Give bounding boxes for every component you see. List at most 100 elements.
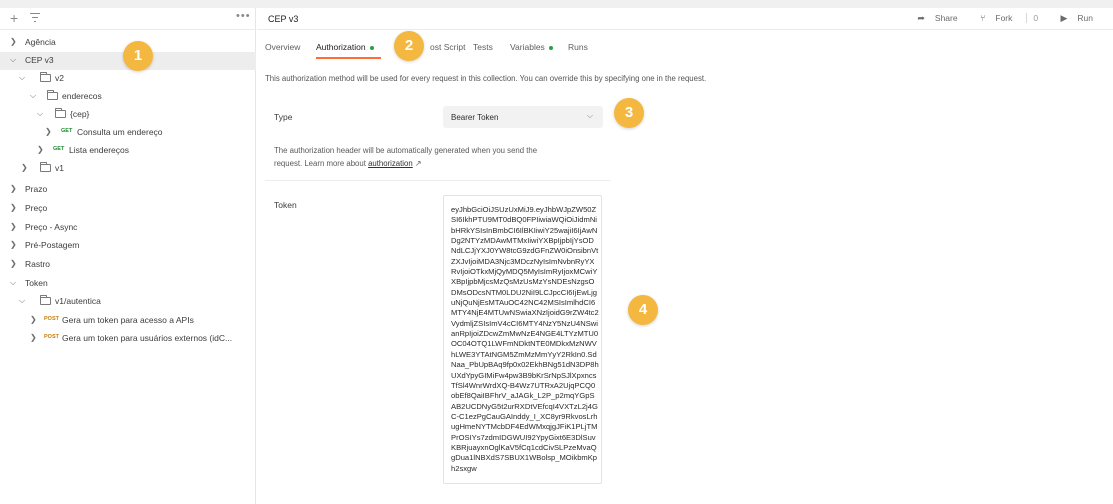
sidebar-item-label: CEP v3 <box>25 55 54 65</box>
tab-overview[interactable]: Overview <box>265 42 300 52</box>
add-icon[interactable]: + <box>10 10 18 26</box>
postman-window: + ••• ❯ Agência ⌵ CEP v3 ⌵ v2 ⌵ endereco… <box>0 8 1113 504</box>
folder-icon <box>40 72 51 82</box>
chevron-right-icon: ❯ <box>10 203 17 212</box>
sidebar-search-input[interactable] <box>48 10 228 26</box>
tab-runs[interactable]: Runs <box>568 42 588 52</box>
sidebar-item-label: Prazo <box>25 184 48 194</box>
authorization-info-text: This authorization method will be used f… <box>265 74 707 83</box>
run-icon: ▶ <box>1060 13 1068 23</box>
chevron-right-icon: ❯ <box>21 163 28 172</box>
sidebar-item-cep-param[interactable]: ⌵ {cep} <box>0 106 256 124</box>
sidebar-item-consulta-endereco[interactable]: ❯ GET Consulta um endereço <box>0 124 256 142</box>
auth-description-prefix: request. Learn more about <box>274 159 369 168</box>
share-label: Share <box>934 13 958 23</box>
sidebar-toolbar: + ••• <box>0 8 256 30</box>
fork-button[interactable]: ⑂ Fork 0 <box>980 13 1048 23</box>
sidebar-item-lista-enderecos[interactable]: ❯ GET Lista endereços <box>0 142 256 160</box>
sidebar-item-label: v1/autentica <box>55 296 101 306</box>
folder-icon <box>55 108 66 118</box>
chevron-right-icon: ❯ <box>10 222 17 231</box>
tab-tests[interactable]: Tests <box>473 42 493 52</box>
token-label: Token <box>274 200 297 210</box>
sidebar-item-label: Pré-Postagem <box>25 240 80 250</box>
post-method-badge: POST <box>44 334 59 340</box>
sidebar-item-rastro[interactable]: ❯ Rastro <box>0 256 256 274</box>
callout-badge-3: 3 <box>614 98 644 128</box>
active-dot-icon <box>369 45 374 50</box>
auth-description-line2: request. Learn more about authorization … <box>274 157 574 170</box>
sidebar-item-label: {cep} <box>70 109 90 119</box>
chevron-down-icon: ⌵ <box>10 55 17 64</box>
divider <box>265 180 610 181</box>
chevron-right-icon: ❯ <box>10 37 17 46</box>
chevron-down-icon: ⌵ <box>10 278 17 287</box>
chevron-down-icon: ⌵ <box>586 111 593 120</box>
chevron-right-icon: ❯ <box>45 127 52 136</box>
fork-label: Fork <box>995 13 1013 23</box>
active-dot-icon <box>548 45 553 50</box>
callout-badge-4: 4 <box>628 295 658 325</box>
folder-icon <box>47 90 58 100</box>
tab-variables-label: Variables <box>510 42 545 52</box>
sidebar-item-label: Token <box>25 278 48 288</box>
chevron-right-icon: ❯ <box>10 240 17 249</box>
run-label: Run <box>1077 13 1093 23</box>
sidebar-item-pre-postagem[interactable]: ❯ Pré-Postagem <box>0 237 256 255</box>
chevron-right-icon: ❯ <box>10 259 17 268</box>
token-input[interactable]: eyJhbGciOiJSUzUxMiJ9.eyJhbWJpZW50ZSI6Ikh… <box>443 195 602 484</box>
sidebar-item-enderecos[interactable]: ⌵ enderecos <box>0 88 256 106</box>
sidebar-item-preco-async[interactable]: ❯ Preço - Async <box>0 219 256 237</box>
share-button[interactable]: ➦ Share <box>917 13 967 24</box>
sidebar-item-label: Consulta um endereço <box>77 127 163 137</box>
chevron-right-icon: ❯ <box>37 145 44 154</box>
token-value: eyJhbGciOiJSUzUxMiJ9.eyJhbWJpZW50ZSI6Ikh… <box>451 205 599 473</box>
sidebar-item-label: Preço <box>25 203 48 213</box>
sidebar-item-label: Gera um token para acesso a APIs <box>62 315 194 325</box>
auth-type-value: Bearer Token <box>451 113 499 122</box>
callout-badge-2: 2 <box>394 31 424 61</box>
auth-type-select[interactable]: Bearer Token ⌵ <box>443 106 603 128</box>
chevron-down-icon: ⌵ <box>37 109 44 118</box>
sidebar-item-label: v1 <box>55 163 64 173</box>
folder-icon <box>40 295 51 305</box>
auth-description: The authorization header will be automat… <box>274 144 574 170</box>
active-tab-indicator <box>316 57 381 59</box>
sidebar-item-v1[interactable]: ❯ v1 <box>0 160 256 178</box>
chevron-right-icon: ❯ <box>30 333 37 342</box>
tab-authorization[interactable]: Authorization <box>316 42 374 52</box>
sidebar-item-gera-token-externos[interactable]: ❯ POST Gera um token para usuários exter… <box>0 330 256 348</box>
sidebar-item-label: Preço - Async <box>25 222 78 232</box>
auth-type-label: Type <box>274 112 293 122</box>
callout-badge-1: 1 <box>123 41 153 71</box>
filter-icon[interactable] <box>30 13 40 22</box>
sidebar-item-v1-autentica[interactable]: ⌵ v1/autentica <box>0 293 256 311</box>
collection-header: CEP v3 ➦ Share ⑂ Fork 0 ▶ Run <box>257 8 1113 30</box>
collection-main-panel: CEP v3 ➦ Share ⑂ Fork 0 ▶ Run Overview Autho… <box>257 8 1113 504</box>
sidebar-item-token[interactable]: ⌵ Token <box>0 275 256 293</box>
tab-variables[interactable]: Variables <box>510 42 553 52</box>
tab-post-script[interactable]: ost Script <box>430 42 465 52</box>
sidebar-item-preco[interactable]: ❯ Preço <box>0 200 256 218</box>
run-button[interactable]: ▶ Run <box>1060 13 1103 24</box>
folder-icon <box>40 162 51 172</box>
sidebar-item-prazo[interactable]: ❯ Prazo <box>0 181 256 199</box>
auth-description-line1: The authorization header will be automat… <box>274 146 538 155</box>
chevron-down-icon: ⌵ <box>19 73 26 82</box>
sidebar-item-label: Lista endereços <box>69 145 130 155</box>
get-method-badge: GET <box>53 146 65 152</box>
external-link-icon: ↗ <box>414 159 422 168</box>
header-actions: ➦ Share ⑂ Fork 0 ▶ Run <box>917 13 1113 24</box>
collection-title: CEP v3 <box>268 14 299 24</box>
authorization-docs-link[interactable]: authorization <box>368 159 413 168</box>
sidebar-item-label: enderecos <box>62 91 102 101</box>
sidebar-item-label: Agência <box>25 37 56 47</box>
fork-icon: ⑂ <box>979 13 986 23</box>
chevron-down-icon: ⌵ <box>30 91 37 100</box>
tab-authorization-label: Authorization <box>316 42 366 52</box>
sidebar-item-label: Gera um token para usuários externos (id… <box>62 333 233 343</box>
sidebar-item-v2[interactable]: ⌵ v2 <box>0 70 256 88</box>
more-options-icon[interactable]: ••• <box>236 10 251 22</box>
sidebar-item-gera-token-apis[interactable]: ❯ POST Gera um token para acesso a APIs <box>0 312 256 330</box>
chevron-right-icon: ❯ <box>30 315 37 324</box>
